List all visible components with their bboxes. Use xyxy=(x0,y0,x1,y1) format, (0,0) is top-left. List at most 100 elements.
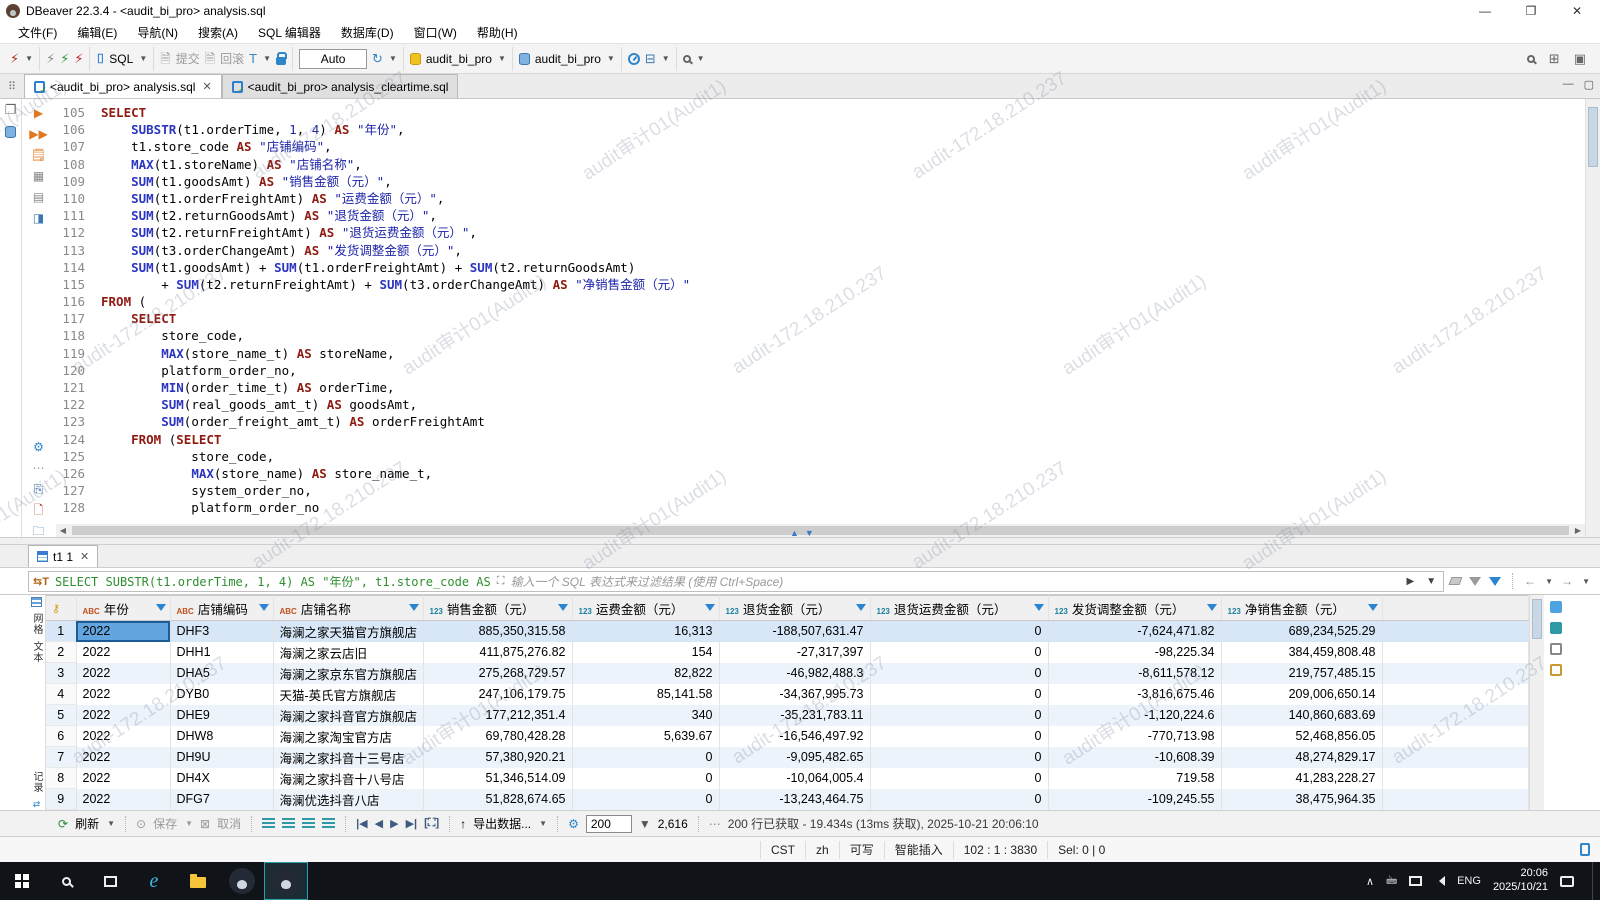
touch-keyboard-icon[interactable]: 🖮 xyxy=(1386,872,1397,891)
grid-cell[interactable]: DFG7 xyxy=(170,789,273,810)
record-mode-label[interactable]: 记录 xyxy=(29,771,44,793)
language-indicator[interactable]: ENG xyxy=(1457,875,1481,887)
menu-item-0[interactable]: 文件(F) xyxy=(8,24,67,41)
volume-icon[interactable] xyxy=(1434,876,1445,886)
grid-cell[interactable]: 2022 xyxy=(76,621,170,642)
column-header-4[interactable]: 123运费金额（元） xyxy=(572,596,719,621)
grid-cell[interactable]: 340 xyxy=(572,705,719,726)
grid-cell[interactable]: 0 xyxy=(572,768,719,789)
grid-cell[interactable]: 140,860,683.69 xyxy=(1221,705,1382,726)
column-header-7[interactable]: 123发货调整金额（元） xyxy=(1048,596,1221,621)
grid-cell[interactable]: -770,713.98 xyxy=(1048,726,1221,747)
panel-toggle-icon[interactable]: ▣ xyxy=(1574,52,1586,65)
grid-settings-gear-icon[interactable]: ⚙ xyxy=(568,817,579,831)
grid-cell[interactable]: 247,106,179.75 xyxy=(423,684,572,705)
grid-cell[interactable]: 2022 xyxy=(76,684,170,705)
grid-cell[interactable]: 177,212,351.4 xyxy=(423,705,572,726)
grid-cell[interactable]: 2022 xyxy=(76,705,170,726)
minimize-view-icon[interactable]: — xyxy=(1563,78,1574,91)
database-navigator-icon[interactable] xyxy=(5,126,16,138)
grid-cell[interactable]: -9,095,482.65 xyxy=(719,747,870,768)
row-number[interactable]: 4 xyxy=(46,684,76,705)
column-header-2[interactable]: ABC店铺名称 xyxy=(273,596,423,621)
tab-analysis-cleartime-sql[interactable]: <audit_bi_pro> analysis_cleartime.sql xyxy=(222,74,459,98)
export-script-icon[interactable]: ⎘ xyxy=(34,483,44,495)
lock-icon[interactable] xyxy=(276,57,286,65)
export-dropdown-icon[interactable]: ▼ xyxy=(539,819,547,828)
grid-cell[interactable]: 海澜之家抖音官方旗舰店 xyxy=(273,705,423,726)
tab-analysis-sql[interactable]: <audit_bi_pro> analysis.sql ✕ xyxy=(24,74,222,98)
grid-cell[interactable]: 2022 xyxy=(76,789,170,810)
column-header-6[interactable]: 123退货运费金额（元） xyxy=(870,596,1048,621)
grid-cell[interactable]: -13,243,464.75 xyxy=(719,789,870,810)
execute-statement-icon[interactable]: ▶ xyxy=(34,107,43,119)
grid-cell[interactable]: -7,624,471.82 xyxy=(1048,621,1221,642)
export-label[interactable]: 导出数据... xyxy=(473,815,531,832)
save-data-icon[interactable]: ⊙ xyxy=(136,817,146,831)
grid-cell[interactable]: DHH1 xyxy=(170,642,273,663)
grid-cell[interactable]: 海澜之家淘宝官方店 xyxy=(273,726,423,747)
reconnect-icon[interactable]: ⚡ xyxy=(60,52,69,65)
cancel-label[interactable]: 取消 xyxy=(217,815,241,832)
maximize-button[interactable]: ❐ xyxy=(1508,0,1554,22)
grid-cell[interactable]: 384,459,808.48 xyxy=(1221,642,1382,663)
grid-cell[interactable]: 海澜之家抖音十八号店 xyxy=(273,768,423,789)
grid-cell[interactable]: 天猫-英氏官方旗舰店 xyxy=(273,684,423,705)
grid-cell[interactable]: -1,120,224.6 xyxy=(1048,705,1221,726)
column-filter-icon[interactable] xyxy=(259,604,269,611)
grid-cell[interactable]: 82,822 xyxy=(572,663,719,684)
grid-cell[interactable]: -46,982,488.3 xyxy=(719,663,870,684)
grid-cell[interactable]: DHF3 xyxy=(170,621,273,642)
column-header-5[interactable]: 123退货金额（元） xyxy=(719,596,870,621)
grid-cell[interactable]: -3,816,675.46 xyxy=(1048,684,1221,705)
grid-cell[interactable]: 2022 xyxy=(76,642,170,663)
column-filter-icon[interactable] xyxy=(856,604,866,611)
grid-cell[interactable]: 85,141.58 xyxy=(572,684,719,705)
open-editor-icon[interactable]: ◨ xyxy=(33,212,44,224)
grid-cell[interactable]: DH4X xyxy=(170,768,273,789)
copy-row-icon[interactable] xyxy=(282,818,295,829)
start-button[interactable] xyxy=(0,862,44,900)
commit-label[interactable]: 提交 xyxy=(176,50,200,67)
filter-input[interactable]: ⇆T SELECT SUBSTR(t1.orderTime, 1, 4) AS … xyxy=(28,571,1444,592)
grid-cell[interactable]: 0 xyxy=(870,768,1048,789)
edit-template-icon[interactable]: ▤ xyxy=(33,191,44,203)
delete-row-icon[interactable] xyxy=(302,818,315,829)
schema-selector[interactable]: audit_bi_pro xyxy=(535,52,601,66)
sql-dropdown-icon[interactable]: ▼ xyxy=(139,54,147,63)
database-dropdown-icon[interactable]: ▼ xyxy=(498,54,506,63)
commit-icon[interactable]: 🗎 xyxy=(160,52,170,65)
grid-cell[interactable]: 16,313 xyxy=(572,621,719,642)
taskbar-search-icon[interactable] xyxy=(44,862,88,900)
row-number[interactable]: 7 xyxy=(46,747,76,768)
column-header-3[interactable]: 123销售金额（元） xyxy=(423,596,572,621)
explain-plan-icon[interactable]: 🗒 xyxy=(31,149,46,161)
grid-cell[interactable]: 2022 xyxy=(76,747,170,768)
remove-filter-icon[interactable] xyxy=(1469,577,1481,586)
grid-cell[interactable]: 海澜之家天猫官方旗舰店 xyxy=(273,621,423,642)
internet-explorer-icon[interactable]: e xyxy=(132,862,176,900)
grid-cell[interactable]: 41,283,228.27 xyxy=(1221,768,1382,789)
grid-cell[interactable]: 海澜之家云店旧 xyxy=(273,642,423,663)
grid-cell[interactable]: 154 xyxy=(572,642,719,663)
save-data-label[interactable]: 保存 xyxy=(153,815,177,832)
row-number[interactable]: 3 xyxy=(46,663,76,684)
grid-cell[interactable]: 0 xyxy=(870,789,1048,810)
menu-item-6[interactable]: 窗口(W) xyxy=(404,24,467,41)
grid-cell[interactable]: 5,639.67 xyxy=(572,726,719,747)
refresh-label[interactable]: 刷新 xyxy=(75,815,99,832)
grid-cell[interactable]: 51,346,514.09 xyxy=(423,768,572,789)
row-count-funnel-icon[interactable]: ▼ xyxy=(639,817,651,831)
grid-cell[interactable]: 38,475,964.35 xyxy=(1221,789,1382,810)
row-number[interactable]: 2 xyxy=(46,642,76,663)
column-header-8[interactable]: 123净销售金额（元） xyxy=(1221,596,1382,621)
grid-corner-cell[interactable]: ⚷ xyxy=(46,596,76,621)
grid-cell[interactable]: DH9U xyxy=(170,747,273,768)
goto-row-icon[interactable]: [⛶] xyxy=(424,817,439,830)
grid-cell[interactable]: 0 xyxy=(870,747,1048,768)
schema-dropdown-icon[interactable]: ▼ xyxy=(607,54,615,63)
nav-forward-icon[interactable]: → xyxy=(1561,574,1573,588)
grid-cell[interactable]: 0 xyxy=(870,726,1048,747)
settings-gear-icon[interactable]: ⚙ xyxy=(33,441,44,453)
grid-cell[interactable]: 海澜优选抖音八店 xyxy=(273,789,423,810)
